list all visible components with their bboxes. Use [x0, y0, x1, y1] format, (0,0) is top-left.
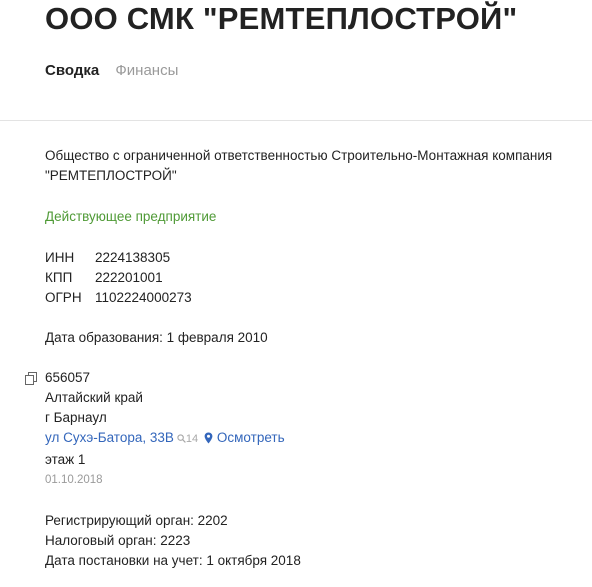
- page-title: ООО СМК "РЕМТЕПЛОСТРОЙ": [45, 1, 518, 36]
- reg-authority: Регистрирующий орган: 2202: [45, 513, 228, 528]
- founded-date: Дата образования: 1 февраля 2010: [45, 330, 268, 345]
- status-label: Действующее предприятие: [45, 209, 217, 224]
- views-counter: 14: [177, 433, 198, 445]
- address-region: Алтайский край: [45, 390, 143, 405]
- address-floor: этаж 1: [45, 452, 86, 467]
- address-street-row: ул Сухэ-Батора, 33В 14 Осмотреть: [45, 428, 585, 450]
- company-full-name: Общество с ограниченной ответственностью…: [45, 148, 553, 183]
- address-street-link[interactable]: ул Сухэ-Батора, 33В: [45, 430, 174, 445]
- code-row-ogrn: ОГРН 1102224000273: [45, 288, 192, 308]
- company-codes: ИНН 2224138305 КПП 222201001 ОГРН 110222…: [45, 248, 192, 308]
- copy-icon[interactable]: [25, 371, 37, 385]
- code-key: ОГРН: [45, 290, 82, 305]
- tab-bar: Сводка Финансы: [45, 62, 190, 79]
- code-row-kpp: КПП 222201001: [45, 268, 192, 288]
- header-divider: [0, 120, 592, 121]
- registration-block: Регистрирующий орган: 2202 Налоговый орг…: [45, 511, 585, 571]
- registration-date: Дата постановки на учет: 1 октября 2018: [45, 553, 301, 568]
- search-icon: [177, 434, 186, 443]
- company-summary: Общество с ограниченной ответственностью…: [25, 146, 585, 571]
- address-postcode: 656057: [45, 370, 91, 385]
- tab-summary[interactable]: Сводка: [45, 62, 99, 79]
- code-value: 2224138305: [95, 250, 171, 265]
- code-value: 1102224000273: [95, 290, 192, 305]
- views-count: 14: [185, 433, 199, 445]
- code-value: 222201001: [95, 270, 163, 285]
- address-block: 656057 Алтайский край г Барнаул ул Сухэ-…: [25, 368, 585, 490]
- address-city: г Барнаул: [45, 410, 107, 425]
- address-date: 01.10.2018: [45, 474, 103, 486]
- tax-authority: Налоговый орган: 2223: [45, 533, 191, 548]
- map-pin-icon[interactable]: [204, 430, 213, 450]
- code-key: КПП: [45, 270, 73, 285]
- code-key: ИНН: [45, 250, 75, 265]
- tab-finance[interactable]: Финансы: [115, 62, 178, 79]
- code-row-inn: ИНН 2224138305: [45, 248, 192, 268]
- view-location-link[interactable]: Осмотреть: [217, 430, 285, 445]
